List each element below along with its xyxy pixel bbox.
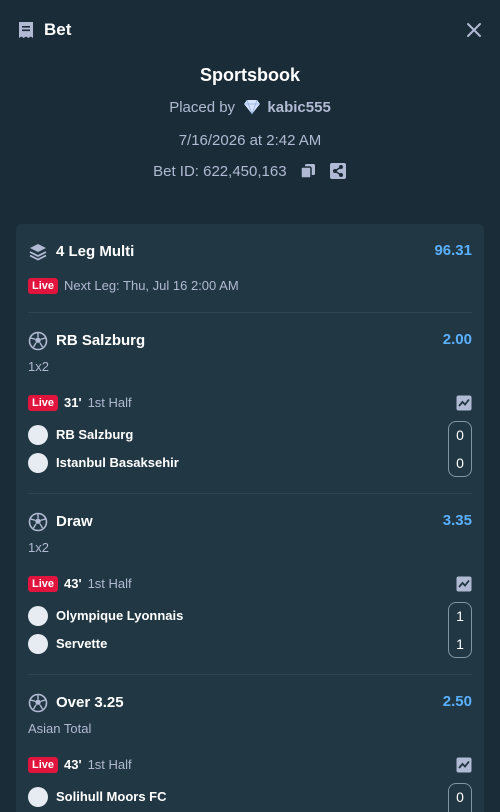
leg-selection: RB Salzburg	[56, 332, 146, 349]
scoreboard: 1 1	[448, 602, 472, 658]
leg-header: RB Salzburg 2.00	[28, 331, 472, 351]
leg-header: Over 3.25 2.50	[28, 693, 472, 713]
divider	[28, 493, 472, 494]
team-logo	[28, 787, 48, 807]
team-row: Solihull Moors FC	[28, 787, 472, 807]
vip-diamond-icon	[244, 99, 261, 115]
close-icon[interactable]	[464, 20, 484, 40]
platform-title: Sportsbook	[199, 65, 300, 85]
leg-status-row: Live 31' 1st Half	[28, 394, 472, 412]
soccer-ball-icon	[28, 512, 48, 532]
team-name: Servette	[56, 636, 108, 651]
divider	[28, 674, 472, 675]
bet-card: 4 Leg Multi 96.31 Live Next Leg: Thu, Jul…	[16, 224, 484, 812]
team-row: Servette	[28, 634, 472, 654]
live-badge: Live	[28, 278, 59, 294]
placed-by: Placed by kabic555	[0, 98, 500, 118]
modal-title: Bet	[44, 20, 72, 39]
bet-datetime: 7/16/2026 at 2:42 AM	[178, 132, 322, 149]
team-name: RB Salzburg	[56, 427, 134, 442]
live-badge: Live	[28, 395, 59, 411]
leg-market: 1x2	[28, 540, 49, 555]
bet-id: Bet ID: 622,450,163	[0, 162, 500, 182]
layers-icon	[29, 244, 47, 261]
modal-header: Bet	[0, 0, 500, 60]
match-minute: 43'	[64, 576, 82, 591]
leg-odds: 2.00	[442, 331, 472, 348]
match-minute: 43'	[64, 757, 82, 772]
match-period: 1st Half	[87, 395, 132, 410]
leg-status-row: Live 43' 1st Half	[28, 756, 472, 774]
team-score: 1	[456, 636, 464, 652]
multi-odds: 96.31	[434, 242, 472, 259]
leg-market: 1x2	[28, 359, 49, 374]
leg-odds: 2.50	[442, 693, 472, 710]
username-link[interactable]: kabic555	[267, 99, 330, 116]
team-score: 1	[456, 608, 464, 624]
leg-status-row: Live 43' 1st Half	[28, 575, 472, 593]
leg-header: Draw 3.35	[28, 512, 472, 532]
team-row: Olympique Lyonnais	[28, 606, 472, 626]
match-period: 1st Half	[87, 757, 132, 772]
multi-header: 4 Leg Multi 96.31	[28, 242, 472, 262]
live-badge: Live	[28, 757, 59, 773]
team-row: Istanbul Basaksehir	[28, 453, 472, 473]
team-score: 0	[456, 427, 464, 443]
team-logo	[28, 425, 48, 445]
team-name: Olympique Lyonnais	[56, 608, 184, 623]
leg-odds: 3.35	[442, 512, 472, 529]
leg-market: Asian Total	[28, 721, 92, 736]
next-leg-row: Live Next Leg: Thu, Jul 16 2:00 AM	[28, 277, 472, 295]
team-name: Istanbul Basaksehir	[56, 455, 179, 470]
multi-title: 4 Leg Multi	[56, 243, 135, 260]
receipt-icon	[19, 22, 33, 38]
team-score: 0	[456, 789, 464, 805]
match-period: 1st Half	[87, 576, 132, 591]
match-minute: 31'	[64, 395, 82, 410]
copy-icon[interactable]	[299, 162, 317, 180]
team-logo	[28, 634, 48, 654]
stats-chart-icon[interactable]	[456, 395, 472, 411]
scoreboard: 0	[448, 783, 472, 812]
team-row: RB Salzburg	[28, 425, 472, 445]
placed-by-label: Placed by	[169, 99, 236, 116]
team-score: 0	[456, 455, 464, 471]
divider	[28, 312, 472, 313]
share-icon[interactable]	[329, 162, 347, 180]
bet-id-label: Bet ID: 622,450,163	[153, 163, 287, 180]
team-name: Solihull Moors FC	[56, 789, 167, 804]
stats-chart-icon[interactable]	[456, 757, 472, 773]
leg-selection: Over 3.25	[56, 694, 124, 711]
soccer-ball-icon	[28, 331, 48, 351]
next-leg-text: Next Leg: Thu, Jul 16 2:00 AM	[64, 278, 239, 293]
leg-selection: Draw	[56, 513, 93, 530]
team-logo	[28, 606, 48, 626]
scoreboard: 0 0	[448, 421, 472, 477]
team-logo	[28, 453, 48, 473]
stats-chart-icon[interactable]	[456, 576, 472, 592]
soccer-ball-icon	[28, 693, 48, 713]
live-badge: Live	[28, 576, 59, 592]
